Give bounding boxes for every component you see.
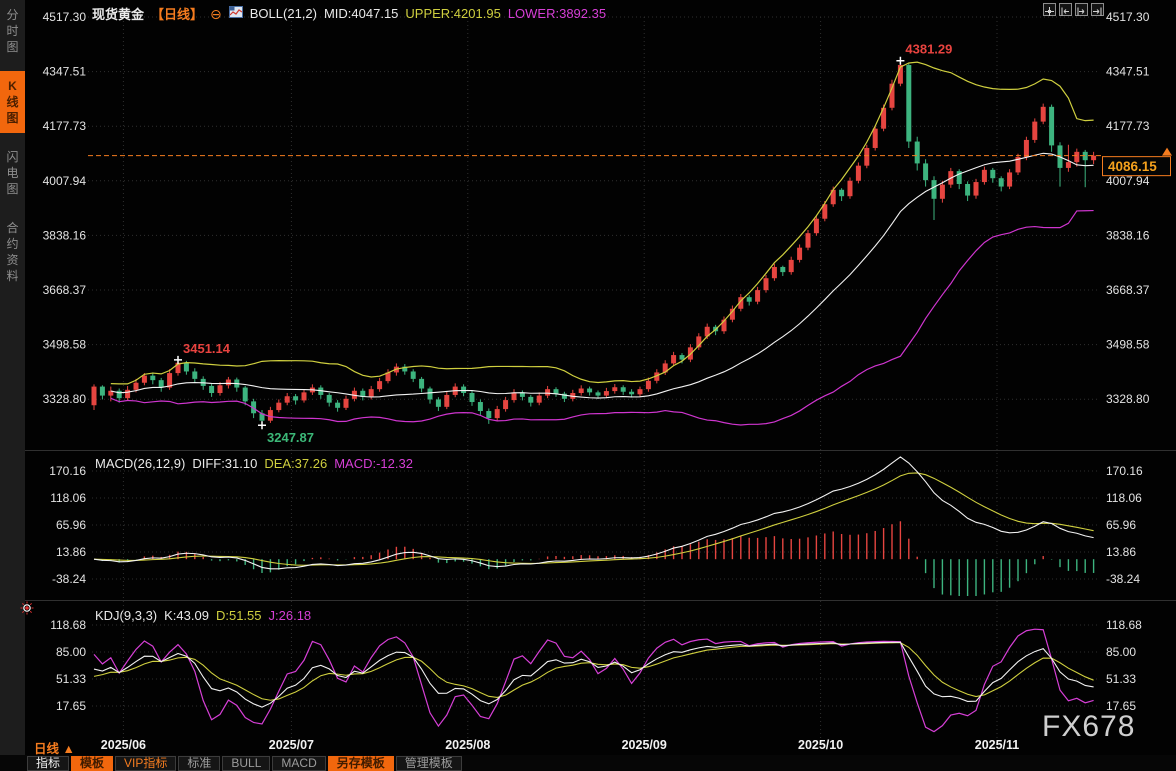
svg-text:3498.58: 3498.58 <box>43 338 87 352</box>
sidebar-item-contract-info[interactable]: 合约资料 <box>0 213 25 291</box>
svg-text:118.06: 118.06 <box>50 491 86 505</box>
svg-text:3838.16: 3838.16 <box>43 228 87 242</box>
toolbar-button-standard[interactable]: 标准 <box>178 755 221 771</box>
collapse-panel-icon[interactable] <box>1091 3 1104 16</box>
svg-text:4517.30: 4517.30 <box>1106 10 1150 24</box>
toolbar-button-vip-indicators[interactable]: VIP指标 <box>115 755 177 771</box>
kdj-pane <box>93 628 1094 733</box>
boll-upper-value: UPPER:4201.95 <box>405 6 501 21</box>
svg-text:4381.29: 4381.29 <box>905 42 952 57</box>
trading-app: 4517.30 4517.30 4347.51 4347.51 4177.73 4177.… <box>0 0 1176 771</box>
macd-header: MACD(26,12,9) DIFF:31.10 DEA:37.26 MACD:… <box>95 456 413 471</box>
sidebar: 分时图 K线图闪电图合约资料 <box>0 0 25 755</box>
sidebar-item-kline-chart[interactable]: K线图 <box>0 71 25 133</box>
boll-mid-value: MID:4047.15 <box>323 6 399 21</box>
svg-text:13.86: 13.86 <box>56 545 86 559</box>
svg-text:118.68: 118.68 <box>50 618 86 632</box>
xaxis-date: 2025/10 <box>798 738 844 752</box>
svg-text:4517.30: 4517.30 <box>43 10 87 24</box>
xaxis-date: 2025/08 <box>445 738 491 752</box>
svg-text:4347.51: 4347.51 <box>1106 65 1150 79</box>
chart-canvas[interactable]: 4517.30 4517.30 4347.51 4347.51 4177.73 4177.… <box>0 0 1176 771</box>
kdj-k-value: K:43.09 <box>164 608 209 623</box>
macd-pane <box>93 456 1095 596</box>
svg-text:3247.87: 3247.87 <box>267 430 314 445</box>
symbol-title: 现货黄金 <box>92 7 145 22</box>
svg-text:3838.16: 3838.16 <box>1106 228 1150 242</box>
alert-icon[interactable] <box>20 601 34 620</box>
toolbar-button-manage-templates[interactable]: 管理模板 <box>395 755 462 771</box>
price-pane <box>91 60 1097 426</box>
kdj-label: KDJ(9,3,3) <box>95 608 158 623</box>
kdj-d-value: D:51.55 <box>215 608 262 623</box>
mini-chart-icon[interactable] <box>228 6 243 21</box>
svg-text:85.00: 85.00 <box>1106 645 1136 659</box>
svg-text:-38.24: -38.24 <box>52 572 86 586</box>
svg-text:170.16: 170.16 <box>1106 464 1143 478</box>
bottom-toolbar: 指标 模板 VIP指标 标准 BULL MACD 另存模板 管理模板 <box>0 755 1176 771</box>
toolbar-button-save-template[interactable]: 另存模板 <box>327 755 394 771</box>
pan-end-icon[interactable] <box>1075 3 1088 16</box>
svg-text:3498.58: 3498.58 <box>1106 338 1150 352</box>
svg-text:4086.15: 4086.15 <box>1108 159 1157 174</box>
svg-text:65.96: 65.96 <box>1106 518 1136 532</box>
sidebar-item-flash-chart[interactable]: 闪电图 <box>0 142 25 204</box>
pan-start-icon[interactable] <box>1059 3 1072 16</box>
svg-text:51.33: 51.33 <box>56 672 86 686</box>
svg-text:3668.37: 3668.37 <box>43 283 87 297</box>
svg-text:65.96: 65.96 <box>56 518 86 532</box>
svg-text:118.68: 118.68 <box>1106 618 1142 632</box>
annotations: 3451.14 3247.87 4381.29 <box>174 42 952 445</box>
macd-dea-value: DEA:37.26 <box>264 456 328 471</box>
svg-text:4347.51: 4347.51 <box>43 65 87 79</box>
svg-text:13.86: 13.86 <box>1106 545 1136 559</box>
svg-text:85.00: 85.00 <box>56 645 86 659</box>
svg-text:51.33: 51.33 <box>1106 672 1136 686</box>
svg-text:4007.94: 4007.94 <box>43 174 87 188</box>
chevron-up-icon: ▲ <box>62 742 75 756</box>
kdj-j-value: J:26.18 <box>268 608 312 623</box>
watermark: FX678 <box>1042 710 1136 743</box>
grid <box>25 16 1176 742</box>
period-badge: 【日线】 <box>151 7 204 22</box>
boll-lower-value: LOWER:3892.35 <box>507 6 607 21</box>
toolbar-button-bull[interactable]: BULL <box>222 755 271 771</box>
xaxis-date: 2025/07 <box>268 738 314 752</box>
svg-text:118.06: 118.06 <box>1106 491 1142 505</box>
chart-toolbar-icons <box>1043 3 1104 16</box>
boll-label: BOLL(21,2) <box>249 6 317 21</box>
sidebar-item-minute-chart[interactable]: 分时图 <box>0 0 25 62</box>
svg-text:170.16: 170.16 <box>49 464 86 478</box>
svg-text:4177.73: 4177.73 <box>1106 119 1150 133</box>
kdj-header: KDJ(9,3,3) K:43.09 D:51.55 J:26.18 <box>95 608 311 623</box>
toolbar-button-indicators[interactable]: 指标 <box>27 755 70 771</box>
xaxis-date: 2025/06 <box>100 738 146 752</box>
svg-text:3451.14: 3451.14 <box>183 341 231 356</box>
svg-text:17.65: 17.65 <box>56 699 86 713</box>
time-axis: 日线 ▲ 2025/06 2025/07 2025/08 2025/09 2025/10… <box>0 736 1176 756</box>
svg-text:3328.80: 3328.80 <box>1106 392 1150 406</box>
xaxis-date: 2025/09 <box>621 738 667 752</box>
toolbar-button-macd[interactable]: MACD <box>272 755 326 771</box>
macd-value: MACD:-12.32 <box>334 456 413 471</box>
chart-header: 现货黄金 【日线】 ⊖ BOLL(21,2) MID:4047.15 UPPER… <box>92 4 606 23</box>
svg-text:3668.37: 3668.37 <box>1106 283 1150 297</box>
crosshair-icon[interactable] <box>1043 3 1056 16</box>
macd-label: MACD(26,12,9) <box>95 456 186 471</box>
svg-text:3328.80: 3328.80 <box>43 392 87 406</box>
toolbar-button-template[interactable]: 模板 <box>71 755 114 771</box>
zoom-out-icon[interactable]: ⊖ <box>210 7 222 21</box>
svg-text:-38.24: -38.24 <box>1106 572 1140 586</box>
svg-text:4177.73: 4177.73 <box>43 119 87 133</box>
xaxis-date: 2025/11 <box>974 738 1020 752</box>
macd-diff-value: DIFF:31.10 <box>192 456 258 471</box>
